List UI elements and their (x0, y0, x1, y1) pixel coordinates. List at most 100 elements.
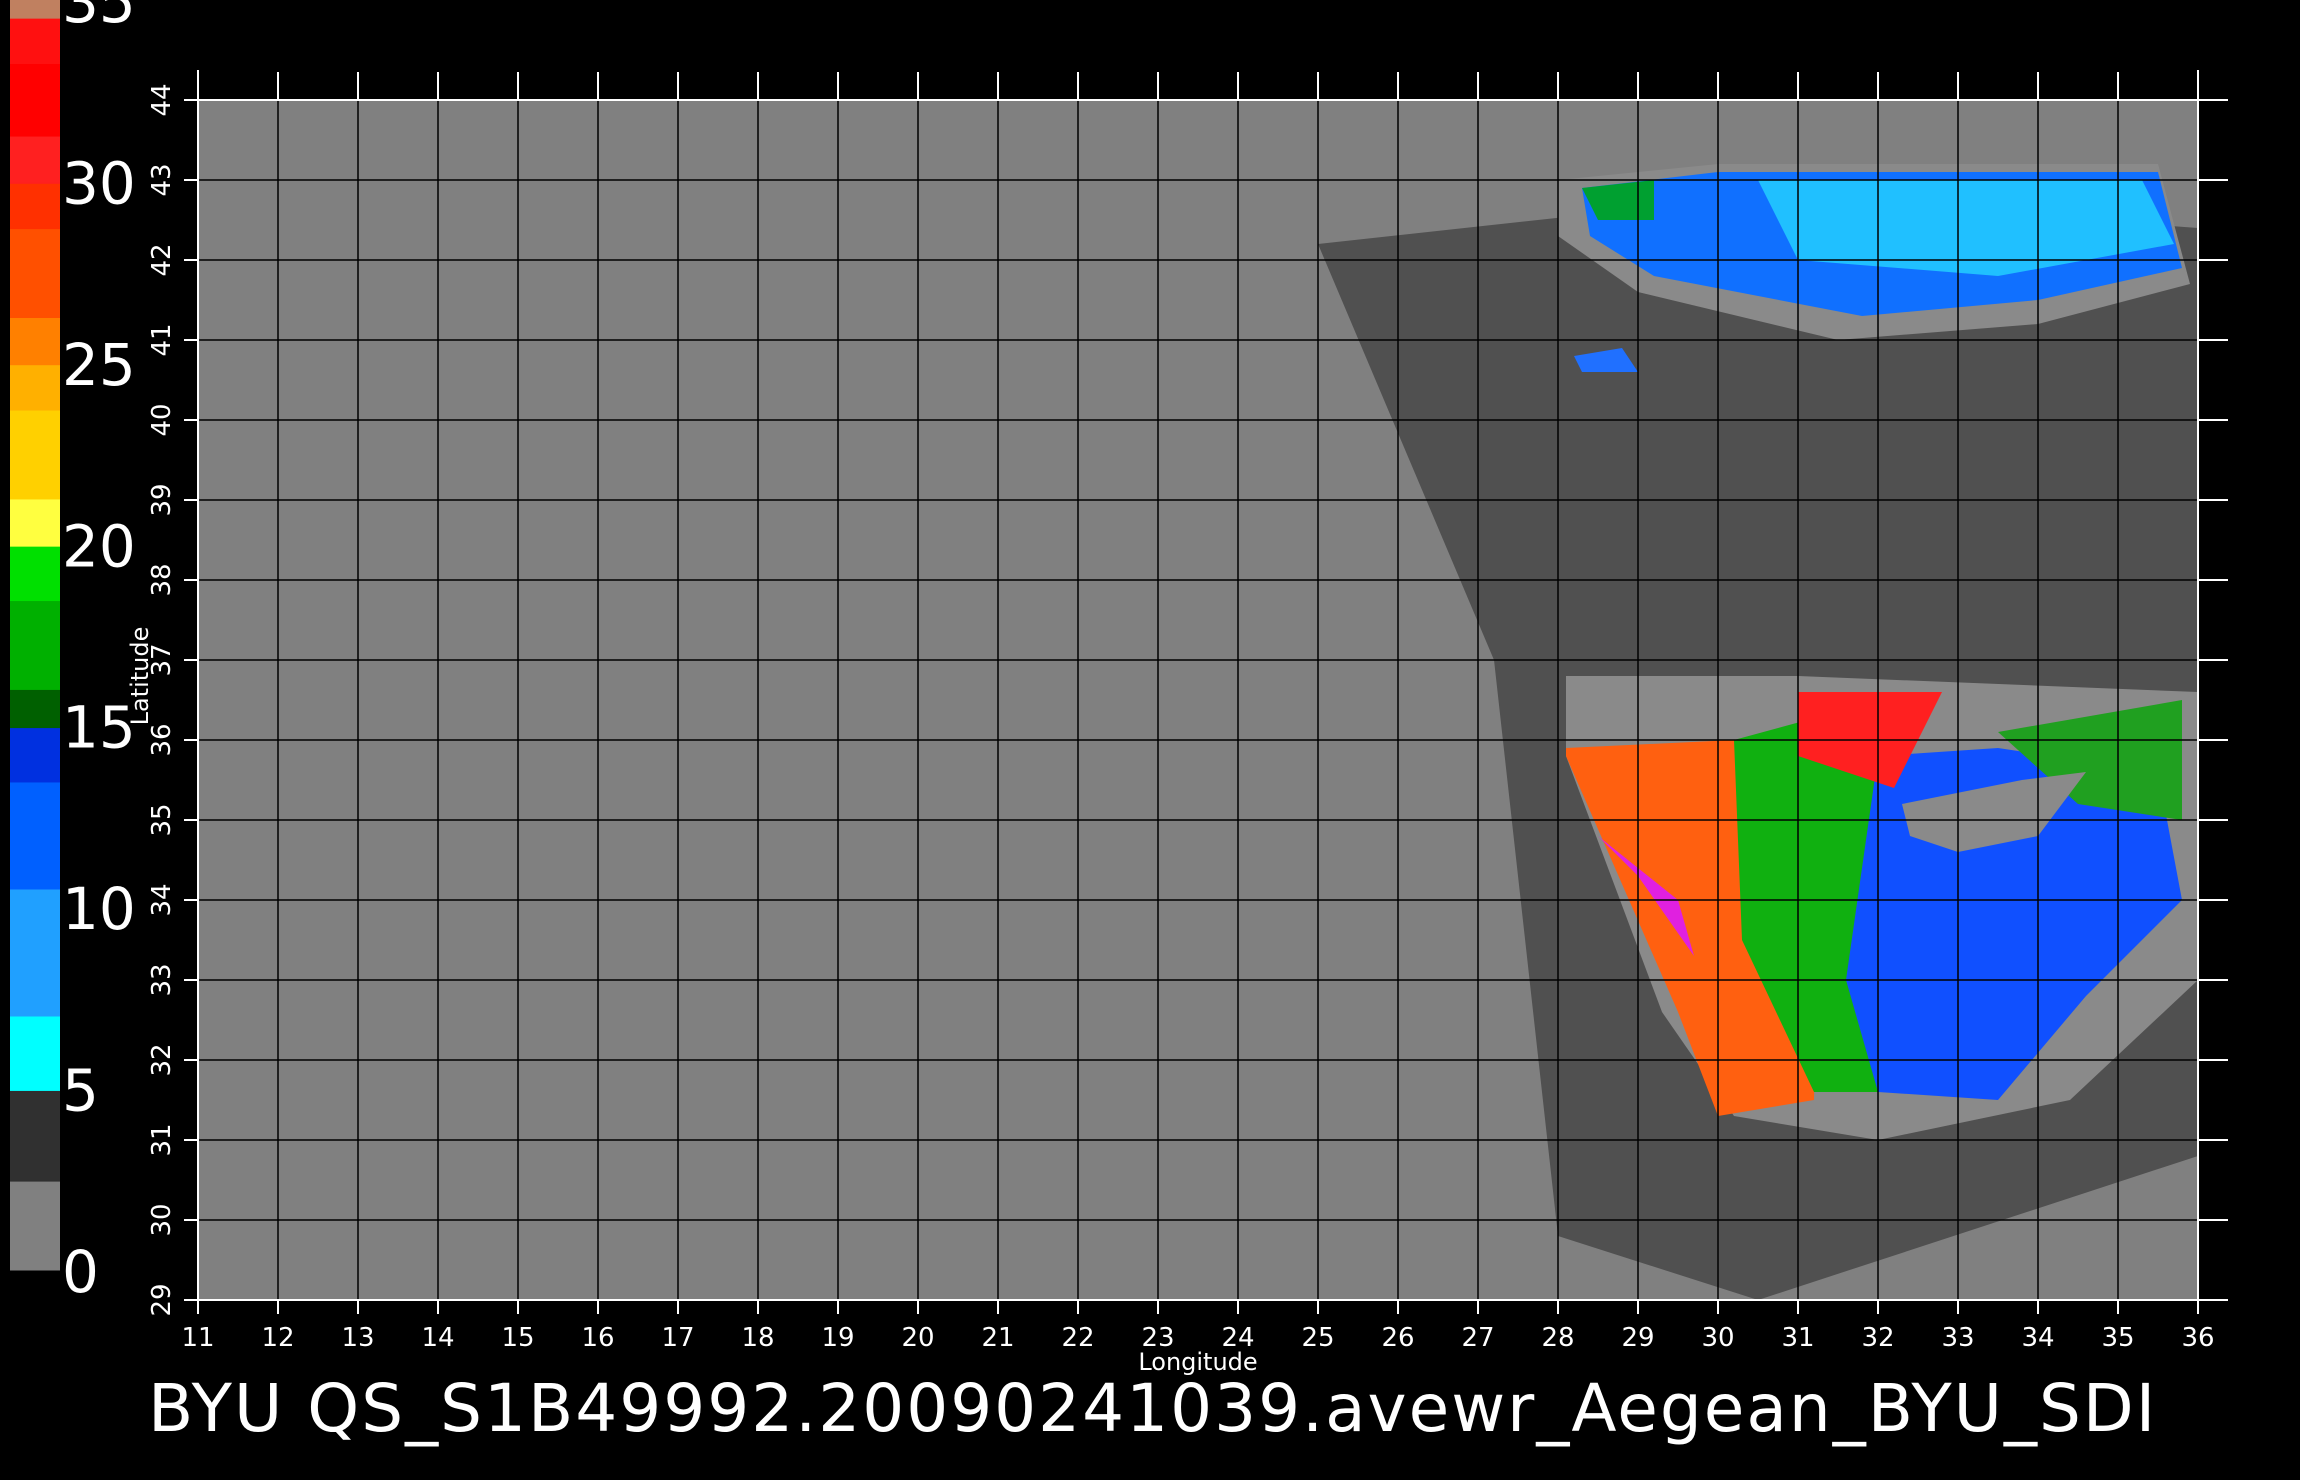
colorbar-segment (10, 442, 60, 455)
x-tick-label: 16 (581, 1323, 614, 1353)
colorbar-segment (10, 834, 60, 849)
x-tick-label: 32 (1861, 1323, 1894, 1353)
y-tick-label: 33 (147, 963, 177, 996)
y-tick-label: 43 (147, 163, 177, 196)
colorbar-segment (10, 729, 60, 743)
colorbar-segment (10, 561, 60, 575)
colorbar-segment (10, 979, 60, 999)
colorbar-segment (10, 366, 60, 378)
colorbar-segment (10, 680, 60, 690)
colorbar-segment (10, 294, 60, 307)
colorbar-segment (10, 453, 60, 466)
y-tick-label: 30 (147, 1203, 177, 1236)
colorbar-segment (10, 377, 60, 389)
colorbar-segment (10, 49, 60, 58)
colorbar-label: 25 (62, 331, 136, 399)
colorbar-segment (10, 755, 60, 770)
colorbar-segment (10, 1136, 60, 1160)
y-tick-label: 29 (147, 1283, 177, 1316)
colorbar-segment (10, 158, 60, 171)
x-tick-label: 29 (1621, 1323, 1654, 1353)
colorbar-segment (10, 464, 60, 477)
x-tick-label: 11 (181, 1323, 214, 1353)
colorbar-segment (10, 613, 60, 628)
colorbar-segment (10, 317, 60, 330)
image-caption: BYU QS_S1B49992.20090241039.avewr_Aegean… (148, 1370, 2158, 1447)
colorbar-label: 15 (62, 694, 136, 762)
colorbar-segment (10, 716, 60, 727)
colorbar-segment (10, 70, 60, 78)
colorbar-segment (10, 1181, 60, 1204)
colorbar-segment (10, 388, 60, 400)
colorbar-segment (10, 1070, 60, 1090)
x-tick-label: 27 (1461, 1323, 1494, 1353)
colorbar-segment (10, 671, 60, 681)
colorbar-segment (10, 698, 60, 709)
colorbar-segment (10, 997, 60, 1017)
colorbar-segment (10, 902, 60, 917)
colorbar-segment (10, 521, 60, 534)
colorbar-segment (10, 170, 60, 182)
y-axis-label: Latitude (126, 627, 154, 726)
x-tick-label: 19 (821, 1323, 854, 1353)
x-tick-label: 26 (1381, 1323, 1414, 1353)
colorbar-segment (10, 77, 60, 85)
colorbar-segment (10, 600, 60, 615)
colorbar-segment (10, 547, 60, 562)
x-tick-label: 13 (341, 1323, 374, 1353)
colorbar-segment (10, 848, 60, 863)
colorbar-segment (10, 639, 60, 654)
colorbar-segment (10, 707, 60, 718)
colorbar-segment (10, 916, 60, 931)
colorbar-segment (10, 875, 60, 890)
y-tick-label: 34 (147, 883, 177, 916)
colorbar-label: 0 (62, 1238, 99, 1306)
colorbar-segment (10, 653, 60, 663)
colorbar-label: 20 (62, 512, 136, 580)
colorbar-segment (10, 943, 60, 963)
x-tick-label: 36 (2181, 1323, 2214, 1353)
colorbar-segment (10, 63, 60, 71)
colorbar-segment (10, 1016, 60, 1035)
colorbar-segment (10, 147, 60, 160)
colorbar-segment (10, 574, 60, 588)
colorbar-segment (10, 328, 60, 341)
colorbar-segment (10, 36, 60, 44)
colorbar-label: 10 (62, 875, 136, 943)
colorbar-segment (10, 662, 60, 672)
colorbar-segment (10, 124, 60, 137)
y-tick-label: 42 (147, 243, 177, 276)
colorbar-labels: 0 5 10 15 20 25 30 35 (62, 0, 136, 1306)
colorbar-segment (10, 43, 60, 51)
x-tick-label: 34 (2021, 1323, 2054, 1353)
colorbar-segment (10, 217, 60, 230)
colorbar-segment (10, 742, 60, 757)
colorbar-segment (10, 250, 60, 262)
colorbar-segment (10, 587, 60, 602)
colorbar-segment (10, 399, 60, 411)
colorbar-segment (10, 22, 60, 28)
y-tick-label: 38 (147, 563, 177, 596)
x-tick-label: 28 (1541, 1323, 1574, 1353)
x-tick-label: 18 (741, 1323, 774, 1353)
colorbar-segment (10, 27, 60, 33)
colorbar-segment (10, 18, 60, 24)
colorbar-segment (10, 1114, 60, 1138)
colorbar-segment (10, 340, 60, 353)
x-tick-label: 21 (981, 1323, 1014, 1353)
colorbar-segment (10, 889, 60, 904)
colorbar-segment (10, 228, 60, 240)
colorbar-label: 30 (62, 149, 136, 217)
x-tick-label: 35 (2101, 1323, 2134, 1353)
colorbar-segment (10, 821, 60, 836)
colorbar-segment (10, 9, 60, 15)
map-figure: 0 5 10 15 20 25 30 35 11 12 13 14 15 16 17 18 19 20 21 22 2… (10, 0, 2228, 1376)
colorbar-segment (10, 31, 60, 37)
colorbar-segment (10, 351, 60, 364)
colorbar-segment (10, 90, 60, 103)
colorbar-segment (10, 861, 60, 876)
colorbar-segment (10, 768, 60, 783)
x-tick-label: 12 (261, 1323, 294, 1353)
x-tick-label: 15 (501, 1323, 534, 1353)
colorbar (10, 0, 60, 1271)
